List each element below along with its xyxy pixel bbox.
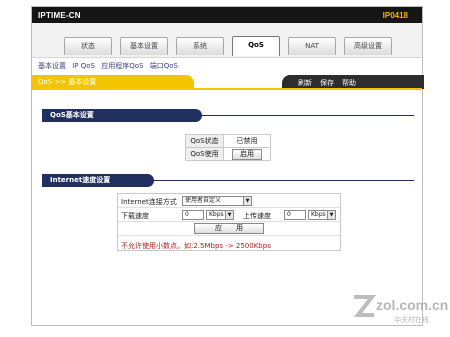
page-title-strip: QoS >> 基本设置 刷新 保存 帮助 [32, 75, 424, 90]
submenu-ip-qos[interactable]: IP QoS [72, 62, 95, 70]
qos-status-label: QoS状态 [185, 134, 224, 148]
submenu-app-qos[interactable]: 应用程序QoS [101, 62, 143, 70]
router-admin-window: IPTIME-CN IP0418 状态 基本设置 系统 QoS NAT 高级设置… [31, 6, 424, 326]
connection-method-select[interactable]: 使用者自定义 ▼ [182, 196, 252, 206]
page-title: QoS >> 基本设置 [32, 75, 194, 89]
qos-use-label: QoS使用 [185, 147, 224, 161]
qos-status-value: 已禁用 [223, 134, 271, 148]
connection-method-row: Internet连接方式 使用者自定义 ▼ [118, 194, 340, 208]
section-rule [154, 180, 414, 181]
submenu-basic-settings[interactable]: 基本设置 [38, 62, 66, 70]
qos-basic-section-title: QoS基本设置 [42, 109, 202, 122]
tab-qos[interactable]: QoS [232, 36, 280, 56]
chevron-down-icon: ▼ [225, 211, 233, 219]
decimal-warning: 不允许使用小数点。如:2.5Mbps -> 2500Kbps [121, 242, 271, 250]
speed-row: 下载速度 0 Kbps ▼ 上传速度 0 Kbps ▼ [118, 208, 340, 222]
title-divider [32, 88, 422, 90]
chevron-down-icon: ▼ [327, 211, 335, 219]
upload-speed-input[interactable]: 0 [284, 210, 306, 220]
section-rule [202, 115, 414, 116]
download-speed-label: 下载速度 [121, 212, 149, 220]
internet-speed-section-header: Internet速度设置 [42, 174, 414, 187]
tab-nat[interactable]: NAT [288, 37, 336, 55]
page-actions: 刷新 保存 帮助 [282, 75, 424, 89]
model-number: IP0418 [382, 11, 408, 20]
refresh-button[interactable]: 刷新 [298, 78, 312, 88]
download-speed-input[interactable]: 0 [182, 210, 204, 220]
chevron-down-icon: ▼ [243, 197, 251, 205]
watermark-subtext: 中关村在线 [394, 316, 429, 324]
internet-speed-section-title: Internet速度设置 [42, 174, 154, 187]
enable-qos-button[interactable]: 启用 [232, 148, 262, 160]
tab-basic-settings[interactable]: 基本设置 [120, 37, 168, 55]
apply-row: 应 用 [118, 222, 340, 236]
brand-bar: IPTIME-CN IP0418 [32, 7, 422, 23]
qos-status-table: QoS状态 已禁用 QoS使用 启用 [185, 134, 271, 161]
upload-unit-value: Kbps [311, 211, 326, 218]
tab-advanced-settings[interactable]: 高级设置 [344, 37, 392, 55]
connection-method-value: 使用者自定义 [185, 197, 222, 204]
tab-system[interactable]: 系统 [176, 37, 224, 55]
zol-logo-icon [353, 295, 376, 317]
qos-submenu: 基本设置 IP QoS 应用程序QoS 端口QoS [38, 61, 182, 73]
upload-speed-label: 上传速度 [243, 212, 271, 220]
save-button[interactable]: 保存 [320, 78, 334, 88]
upload-unit-select[interactable]: Kbps ▼ [308, 210, 336, 220]
watermark-text: zol.com.cn [376, 297, 449, 313]
download-unit-select[interactable]: Kbps ▼ [206, 210, 234, 220]
qos-basic-section-header: QoS基本设置 [42, 109, 414, 122]
watermark-logo: zol.com.cn 中关村在线 [350, 291, 449, 331]
apply-button[interactable]: 应 用 [194, 223, 264, 234]
submenu-port-qos[interactable]: 端口QoS [150, 62, 178, 70]
connection-method-label: Internet连接方式 [121, 198, 177, 206]
download-unit-value: Kbps [209, 211, 224, 218]
tab-status[interactable]: 状态 [64, 37, 112, 55]
main-tab-bar: 状态 基本设置 系统 QoS NAT 高级设置 [32, 23, 422, 58]
brand-name: IPTIME-CN [38, 11, 81, 20]
help-button[interactable]: 帮助 [342, 78, 356, 88]
